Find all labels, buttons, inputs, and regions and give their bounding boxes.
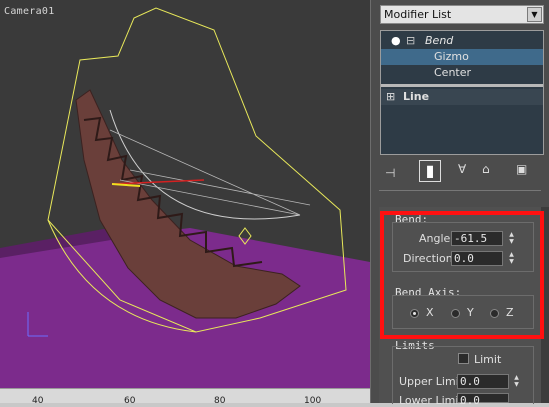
highlight-box bbox=[380, 211, 544, 339]
stack-item-label: Center bbox=[434, 66, 472, 79]
modifier-list-dropdown[interactable]: Modifier List ▼ bbox=[380, 5, 544, 24]
stack-item-label: Line bbox=[403, 90, 430, 103]
collapse-icon[interactable]: ⊟ bbox=[406, 33, 415, 49]
show-end-result-button[interactable]: ▮ bbox=[419, 160, 441, 182]
camera-viewport[interactable]: Camera01 40 60 80 100 bbox=[0, 0, 370, 403]
modifier-stack[interactable]: ● ⊟ Bend Gizmo Center ⊞ Line bbox=[380, 30, 544, 155]
configure-modifier-sets-button[interactable]: ▣ bbox=[516, 162, 527, 182]
configure-icon: ▣ bbox=[516, 162, 528, 176]
stack-item-line[interactable]: ⊞ Line bbox=[381, 89, 543, 105]
chevron-down-icon[interactable]: ▼ bbox=[527, 7, 542, 22]
make-unique-button[interactable]: ∀ bbox=[458, 162, 466, 182]
stack-item-label: Bend bbox=[425, 34, 454, 47]
timeline-ruler[interactable]: 40 60 80 100 bbox=[0, 388, 370, 403]
upper-limit-spinner[interactable]: ▲ ▼ bbox=[512, 374, 521, 389]
pin-stack-button[interactable]: ⊣ bbox=[385, 162, 395, 182]
viewport-label: Camera01 bbox=[4, 6, 55, 17]
remove-modifier-button[interactable]: ⌂ bbox=[482, 162, 490, 182]
stack-divider bbox=[381, 84, 543, 87]
ruler-tick: 60 bbox=[124, 396, 136, 403]
make-unique-icon: ∀ bbox=[458, 162, 467, 176]
limit-effect-label: Limit bbox=[474, 353, 502, 366]
ruler-tick: 40 bbox=[32, 396, 44, 403]
modifier-list-value: Modifier List bbox=[384, 8, 452, 21]
stack-item-label: Gizmo bbox=[434, 50, 469, 63]
viewport-scene bbox=[0, 7, 370, 388]
show-end-result-icon: ▮ bbox=[425, 161, 435, 180]
trash-icon: ⌂ bbox=[482, 162, 490, 176]
stack-item-center[interactable]: Center bbox=[381, 65, 543, 81]
toolbar-divider bbox=[379, 190, 541, 191]
ruler-tick: 80 bbox=[214, 396, 226, 403]
ruler-tick: 100 bbox=[304, 396, 322, 403]
lower-limit-field[interactable]: 0.0 bbox=[457, 393, 509, 407]
pin-icon: ⊣ bbox=[385, 166, 396, 180]
upper-limit-field[interactable]: 0.0 bbox=[457, 374, 509, 389]
lightbulb-icon[interactable]: ● bbox=[391, 33, 401, 49]
expand-icon[interactable]: ⊞ bbox=[386, 89, 395, 105]
limit-effect-checkbox[interactable] bbox=[458, 353, 469, 364]
stack-item-bend[interactable]: ● ⊟ Bend bbox=[381, 33, 543, 49]
stack-item-gizmo[interactable]: Gizmo bbox=[381, 49, 543, 65]
